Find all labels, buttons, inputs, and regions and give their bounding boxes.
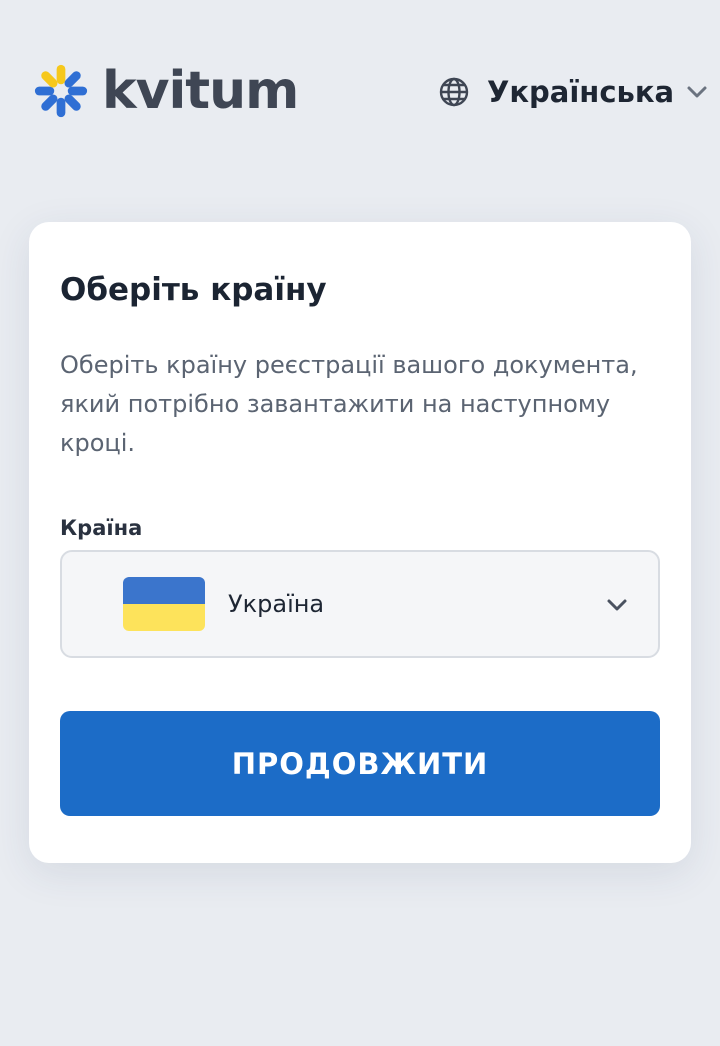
card-title: Оберіть країну	[60, 272, 327, 308]
country-select[interactable]: Україна	[60, 550, 660, 658]
logo-text: kvitum	[102, 61, 299, 121]
globe-icon	[439, 77, 469, 107]
card-description: Оберіть країну реєстрації вашого докумен…	[60, 351, 638, 457]
flag-bottom	[123, 604, 205, 631]
language-selector[interactable]: Українська	[438, 72, 710, 112]
chevron-down-icon	[607, 599, 627, 611]
country-select-value: Україна	[228, 590, 325, 618]
chevron-down-icon	[687, 86, 707, 98]
logo[interactable]: kvitum	[32, 60, 299, 122]
logo-mark-icon	[34, 64, 88, 118]
language-label: Українська	[487, 75, 675, 109]
continue-button[interactable]: ПРОДОВЖИТИ	[60, 711, 660, 816]
country-card: Оберіть країну Оберіть країну реєстрації…	[29, 222, 691, 863]
header: kvitum Українська	[0, 0, 720, 180]
country-field-label: Країна	[60, 516, 143, 540]
flag-top	[123, 577, 205, 604]
ukraine-flag-icon	[123, 577, 205, 631]
